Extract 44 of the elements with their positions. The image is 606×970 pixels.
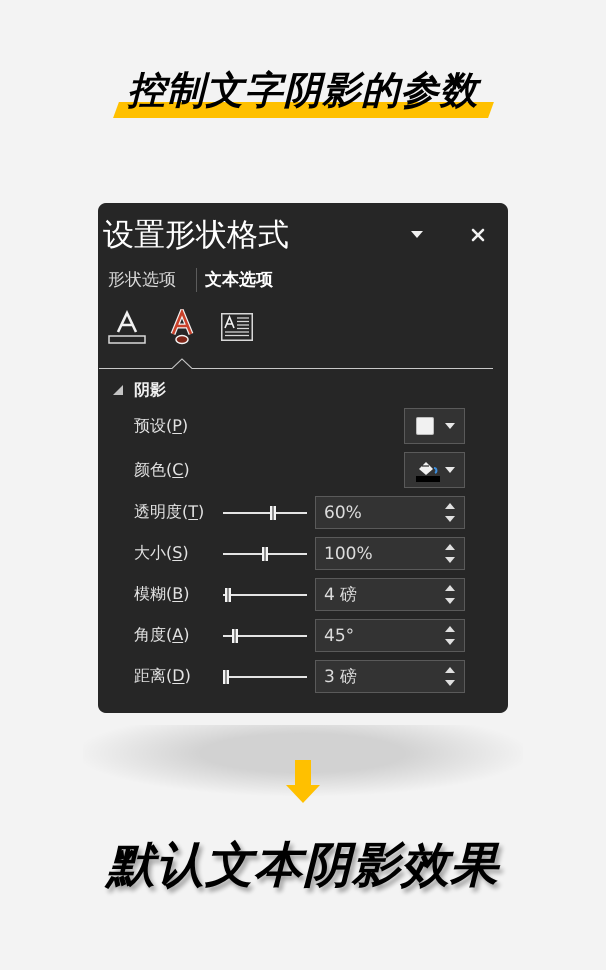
spin-up-icon[interactable] xyxy=(445,626,455,632)
dropdown-button[interactable] xyxy=(404,452,465,488)
caret-icon xyxy=(445,423,455,429)
dropdown-caret-icon[interactable] xyxy=(411,231,423,239)
spin-field[interactable]: 45° xyxy=(315,619,465,652)
slider-thumb[interactable] xyxy=(262,546,268,560)
square-swatch-icon xyxy=(416,417,434,435)
field-label: 颜色(C) xyxy=(134,460,190,480)
spin-up-icon[interactable] xyxy=(445,544,455,550)
spin-up-icon[interactable] xyxy=(445,503,455,509)
close-icon[interactable] xyxy=(471,228,485,242)
options-tab[interactable]: 形状选项 xyxy=(108,268,176,292)
spin-down-icon[interactable] xyxy=(445,680,455,686)
slider-thumb[interactable] xyxy=(225,588,232,602)
slider-thumb[interactable] xyxy=(223,670,230,684)
down-arrow-icon xyxy=(286,760,320,803)
spin-down-icon[interactable] xyxy=(445,598,455,604)
caret-icon xyxy=(445,467,455,473)
spin-field[interactable]: 3 磅 xyxy=(315,660,465,693)
dropdown-button[interactable] xyxy=(404,408,465,444)
spin-down-icon[interactable] xyxy=(445,557,455,563)
field-label: 预设(P) xyxy=(134,416,188,436)
text-box-icon xyxy=(220,313,252,341)
panel-title: 设置形状格式 xyxy=(103,216,290,255)
page-heading: 控制文字阴影的参数 xyxy=(112,66,494,118)
expand-triangle-icon[interactable] xyxy=(113,385,123,395)
spin-down-icon[interactable] xyxy=(445,516,455,522)
spin-up-icon[interactable] xyxy=(445,667,455,673)
options-tab[interactable]: 文本选项 xyxy=(205,268,273,292)
spin-field[interactable]: 60% xyxy=(315,496,465,529)
spin-field[interactable]: 4 磅 xyxy=(315,578,465,611)
field-label: 角度(A) xyxy=(134,625,190,646)
slider-thumb[interactable] xyxy=(232,628,238,642)
slider-thumb[interactable] xyxy=(270,506,276,520)
field-label: 大小(S) xyxy=(134,543,189,564)
spin-down-icon[interactable] xyxy=(445,639,455,645)
spin-up-icon[interactable] xyxy=(445,585,455,591)
caption-heading: 默认文本阴影效果 xyxy=(107,835,499,895)
field-label: 距离(D) xyxy=(134,666,191,687)
spin-field[interactable]: 100% xyxy=(315,537,465,570)
text-fill-icon xyxy=(108,310,146,344)
field-label: 模糊(B) xyxy=(134,584,190,605)
field-label: 透明度(T) xyxy=(134,502,204,523)
section-title: 阴影 xyxy=(134,380,166,400)
